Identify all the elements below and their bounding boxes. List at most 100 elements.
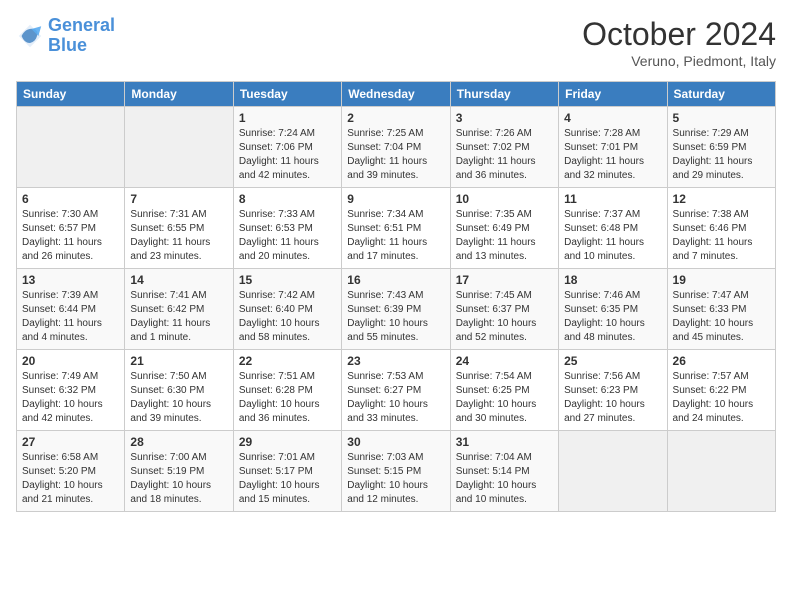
day-number: 15	[239, 273, 336, 287]
calendar-cell: 17 Sunrise: 7:45 AMSunset: 6:37 PMDaylig…	[450, 269, 558, 350]
cell-info: Sunrise: 7:25 AMSunset: 7:04 PMDaylight:…	[347, 127, 444, 183]
cell-info: Sunrise: 7:41 AMSunset: 6:42 PMDaylight:…	[130, 289, 227, 345]
month-title: October 2024	[582, 16, 776, 53]
calendar-cell: 4 Sunrise: 7:28 AMSunset: 7:01 PMDayligh…	[559, 107, 667, 188]
day-number: 9	[347, 192, 444, 206]
calendar-table: SundayMondayTuesdayWednesdayThursdayFrid…	[16, 81, 776, 512]
cell-info: Sunrise: 7:33 AMSunset: 6:53 PMDaylight:…	[239, 208, 336, 264]
day-number: 17	[456, 273, 553, 287]
calendar-cell: 5 Sunrise: 7:29 AMSunset: 6:59 PMDayligh…	[667, 107, 775, 188]
calendar-cell: 26 Sunrise: 7:57 AMSunset: 6:22 PMDaylig…	[667, 350, 775, 431]
calendar-cell: 7 Sunrise: 7:31 AMSunset: 6:55 PMDayligh…	[125, 188, 233, 269]
cell-info: Sunrise: 7:46 AMSunset: 6:35 PMDaylight:…	[564, 289, 661, 345]
location-subtitle: Veruno, Piedmont, Italy	[582, 53, 776, 69]
day-number: 11	[564, 192, 661, 206]
calendar-cell: 11 Sunrise: 7:37 AMSunset: 6:48 PMDaylig…	[559, 188, 667, 269]
day-number: 29	[239, 435, 336, 449]
logo-text: General Blue	[48, 16, 115, 56]
calendar-week-5: 27 Sunrise: 6:58 AMSunset: 5:20 PMDaylig…	[17, 431, 776, 512]
day-number: 1	[239, 111, 336, 125]
cell-info: Sunrise: 7:49 AMSunset: 6:32 PMDaylight:…	[22, 370, 119, 426]
day-number: 4	[564, 111, 661, 125]
day-number: 26	[673, 354, 770, 368]
cell-info: Sunrise: 7:42 AMSunset: 6:40 PMDaylight:…	[239, 289, 336, 345]
day-number: 16	[347, 273, 444, 287]
calendar-cell: 13 Sunrise: 7:39 AMSunset: 6:44 PMDaylig…	[17, 269, 125, 350]
cell-info: Sunrise: 7:51 AMSunset: 6:28 PMDaylight:…	[239, 370, 336, 426]
day-number: 18	[564, 273, 661, 287]
day-number: 12	[673, 192, 770, 206]
cell-info: Sunrise: 7:38 AMSunset: 6:46 PMDaylight:…	[673, 208, 770, 264]
calendar-cell: 3 Sunrise: 7:26 AMSunset: 7:02 PMDayligh…	[450, 107, 558, 188]
cell-info: Sunrise: 7:50 AMSunset: 6:30 PMDaylight:…	[130, 370, 227, 426]
cell-info: Sunrise: 7:29 AMSunset: 6:59 PMDaylight:…	[673, 127, 770, 183]
calendar-cell: 28 Sunrise: 7:00 AMSunset: 5:19 PMDaylig…	[125, 431, 233, 512]
day-number: 13	[22, 273, 119, 287]
calendar-cell: 18 Sunrise: 7:46 AMSunset: 6:35 PMDaylig…	[559, 269, 667, 350]
calendar-cell: 31 Sunrise: 7:04 AMSunset: 5:14 PMDaylig…	[450, 431, 558, 512]
calendar-cell: 16 Sunrise: 7:43 AMSunset: 6:39 PMDaylig…	[342, 269, 450, 350]
day-number: 30	[347, 435, 444, 449]
calendar-week-1: 1 Sunrise: 7:24 AMSunset: 7:06 PMDayligh…	[17, 107, 776, 188]
day-number: 2	[347, 111, 444, 125]
calendar-cell: 6 Sunrise: 7:30 AMSunset: 6:57 PMDayligh…	[17, 188, 125, 269]
cell-info: Sunrise: 7:57 AMSunset: 6:22 PMDaylight:…	[673, 370, 770, 426]
cell-info: Sunrise: 7:30 AMSunset: 6:57 PMDaylight:…	[22, 208, 119, 264]
calendar-cell: 15 Sunrise: 7:42 AMSunset: 6:40 PMDaylig…	[233, 269, 341, 350]
calendar-cell: 22 Sunrise: 7:51 AMSunset: 6:28 PMDaylig…	[233, 350, 341, 431]
day-number: 6	[22, 192, 119, 206]
cell-info: Sunrise: 7:56 AMSunset: 6:23 PMDaylight:…	[564, 370, 661, 426]
cell-info: Sunrise: 7:26 AMSunset: 7:02 PMDaylight:…	[456, 127, 553, 183]
calendar-cell: 9 Sunrise: 7:34 AMSunset: 6:51 PMDayligh…	[342, 188, 450, 269]
cell-info: Sunrise: 7:03 AMSunset: 5:15 PMDaylight:…	[347, 451, 444, 507]
day-number: 8	[239, 192, 336, 206]
calendar-cell: 30 Sunrise: 7:03 AMSunset: 5:15 PMDaylig…	[342, 431, 450, 512]
calendar-cell: 23 Sunrise: 7:53 AMSunset: 6:27 PMDaylig…	[342, 350, 450, 431]
cell-info: Sunrise: 7:04 AMSunset: 5:14 PMDaylight:…	[456, 451, 553, 507]
cell-info: Sunrise: 7:00 AMSunset: 5:19 PMDaylight:…	[130, 451, 227, 507]
cell-info: Sunrise: 7:34 AMSunset: 6:51 PMDaylight:…	[347, 208, 444, 264]
day-number: 24	[456, 354, 553, 368]
calendar-cell: 19 Sunrise: 7:47 AMSunset: 6:33 PMDaylig…	[667, 269, 775, 350]
page-header: General Blue October 2024 Veruno, Piedmo…	[16, 16, 776, 69]
calendar-header-row: SundayMondayTuesdayWednesdayThursdayFrid…	[17, 82, 776, 107]
calendar-cell: 20 Sunrise: 7:49 AMSunset: 6:32 PMDaylig…	[17, 350, 125, 431]
cell-info: Sunrise: 7:37 AMSunset: 6:48 PMDaylight:…	[564, 208, 661, 264]
logo-blue: Blue	[48, 35, 87, 55]
day-number: 5	[673, 111, 770, 125]
cell-info: Sunrise: 7:24 AMSunset: 7:06 PMDaylight:…	[239, 127, 336, 183]
day-number: 27	[22, 435, 119, 449]
calendar-cell	[559, 431, 667, 512]
calendar-cell	[17, 107, 125, 188]
calendar-cell: 24 Sunrise: 7:54 AMSunset: 6:25 PMDaylig…	[450, 350, 558, 431]
day-number: 25	[564, 354, 661, 368]
logo-icon	[16, 22, 44, 50]
cell-info: Sunrise: 7:47 AMSunset: 6:33 PMDaylight:…	[673, 289, 770, 345]
calendar-cell: 14 Sunrise: 7:41 AMSunset: 6:42 PMDaylig…	[125, 269, 233, 350]
day-number: 14	[130, 273, 227, 287]
calendar-cell: 21 Sunrise: 7:50 AMSunset: 6:30 PMDaylig…	[125, 350, 233, 431]
calendar-cell: 25 Sunrise: 7:56 AMSunset: 6:23 PMDaylig…	[559, 350, 667, 431]
calendar-cell: 8 Sunrise: 7:33 AMSunset: 6:53 PMDayligh…	[233, 188, 341, 269]
calendar-cell	[125, 107, 233, 188]
day-number: 3	[456, 111, 553, 125]
calendar-cell: 1 Sunrise: 7:24 AMSunset: 7:06 PMDayligh…	[233, 107, 341, 188]
calendar-cell: 12 Sunrise: 7:38 AMSunset: 6:46 PMDaylig…	[667, 188, 775, 269]
column-header-wednesday: Wednesday	[342, 82, 450, 107]
cell-info: Sunrise: 7:45 AMSunset: 6:37 PMDaylight:…	[456, 289, 553, 345]
cell-info: Sunrise: 7:28 AMSunset: 7:01 PMDaylight:…	[564, 127, 661, 183]
cell-info: Sunrise: 7:39 AMSunset: 6:44 PMDaylight:…	[22, 289, 119, 345]
logo-general: General	[48, 15, 115, 35]
calendar-cell: 27 Sunrise: 6:58 AMSunset: 5:20 PMDaylig…	[17, 431, 125, 512]
cell-info: Sunrise: 7:53 AMSunset: 6:27 PMDaylight:…	[347, 370, 444, 426]
cell-info: Sunrise: 7:31 AMSunset: 6:55 PMDaylight:…	[130, 208, 227, 264]
column-header-saturday: Saturday	[667, 82, 775, 107]
calendar-week-3: 13 Sunrise: 7:39 AMSunset: 6:44 PMDaylig…	[17, 269, 776, 350]
day-number: 20	[22, 354, 119, 368]
day-number: 22	[239, 354, 336, 368]
logo: General Blue	[16, 16, 115, 56]
calendar-cell: 2 Sunrise: 7:25 AMSunset: 7:04 PMDayligh…	[342, 107, 450, 188]
cell-info: Sunrise: 7:01 AMSunset: 5:17 PMDaylight:…	[239, 451, 336, 507]
day-number: 19	[673, 273, 770, 287]
column-header-monday: Monday	[125, 82, 233, 107]
